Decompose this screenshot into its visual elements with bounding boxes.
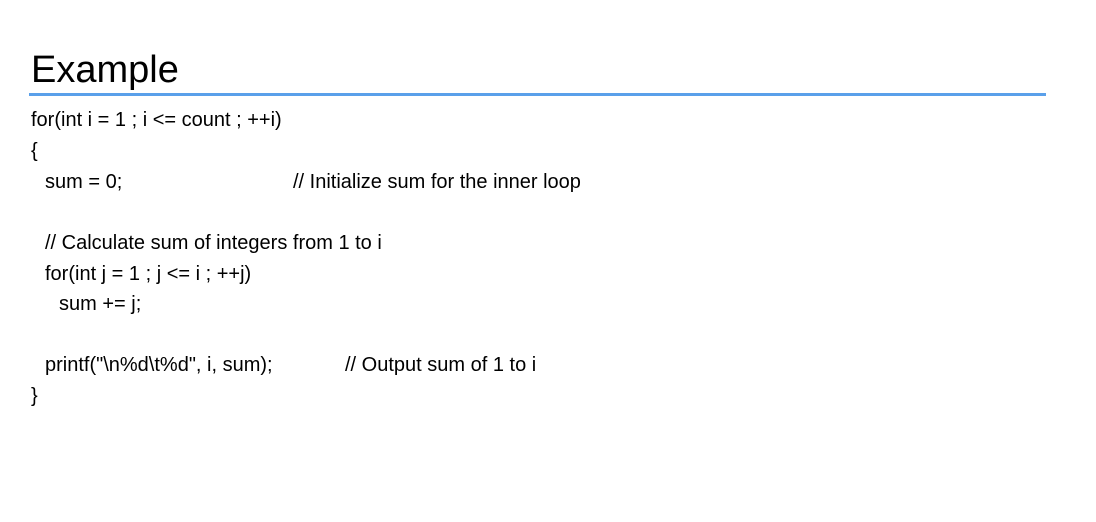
code-line-open-brace: { <box>31 140 38 162</box>
code-line-printf: printf("\n%d\t%d", i, sum); <box>45 354 273 376</box>
code-comment-sum-init: // Initialize sum for the inner loop <box>293 171 581 193</box>
code-comment-printf: // Output sum of 1 to i <box>345 354 537 376</box>
title-underline <box>29 93 1046 96</box>
slide: Example for(int i = 1 ; i <= count ; ++i… <box>0 0 1096 522</box>
code-line-sum-init: sum = 0; <box>45 171 123 193</box>
code-line-sum-add: sum += j; <box>59 293 142 315</box>
code-line-outer-for: for(int i = 1 ; i <= count ; ++i) <box>31 109 282 131</box>
code-line-close-brace: } <box>31 385 38 407</box>
code-line-inner-for: for(int j = 1 ; j <= i ; ++j) <box>45 263 252 285</box>
code-line-calc-comment: // Calculate sum of integers from 1 to i <box>45 232 382 254</box>
slide-title: Example <box>31 49 179 91</box>
